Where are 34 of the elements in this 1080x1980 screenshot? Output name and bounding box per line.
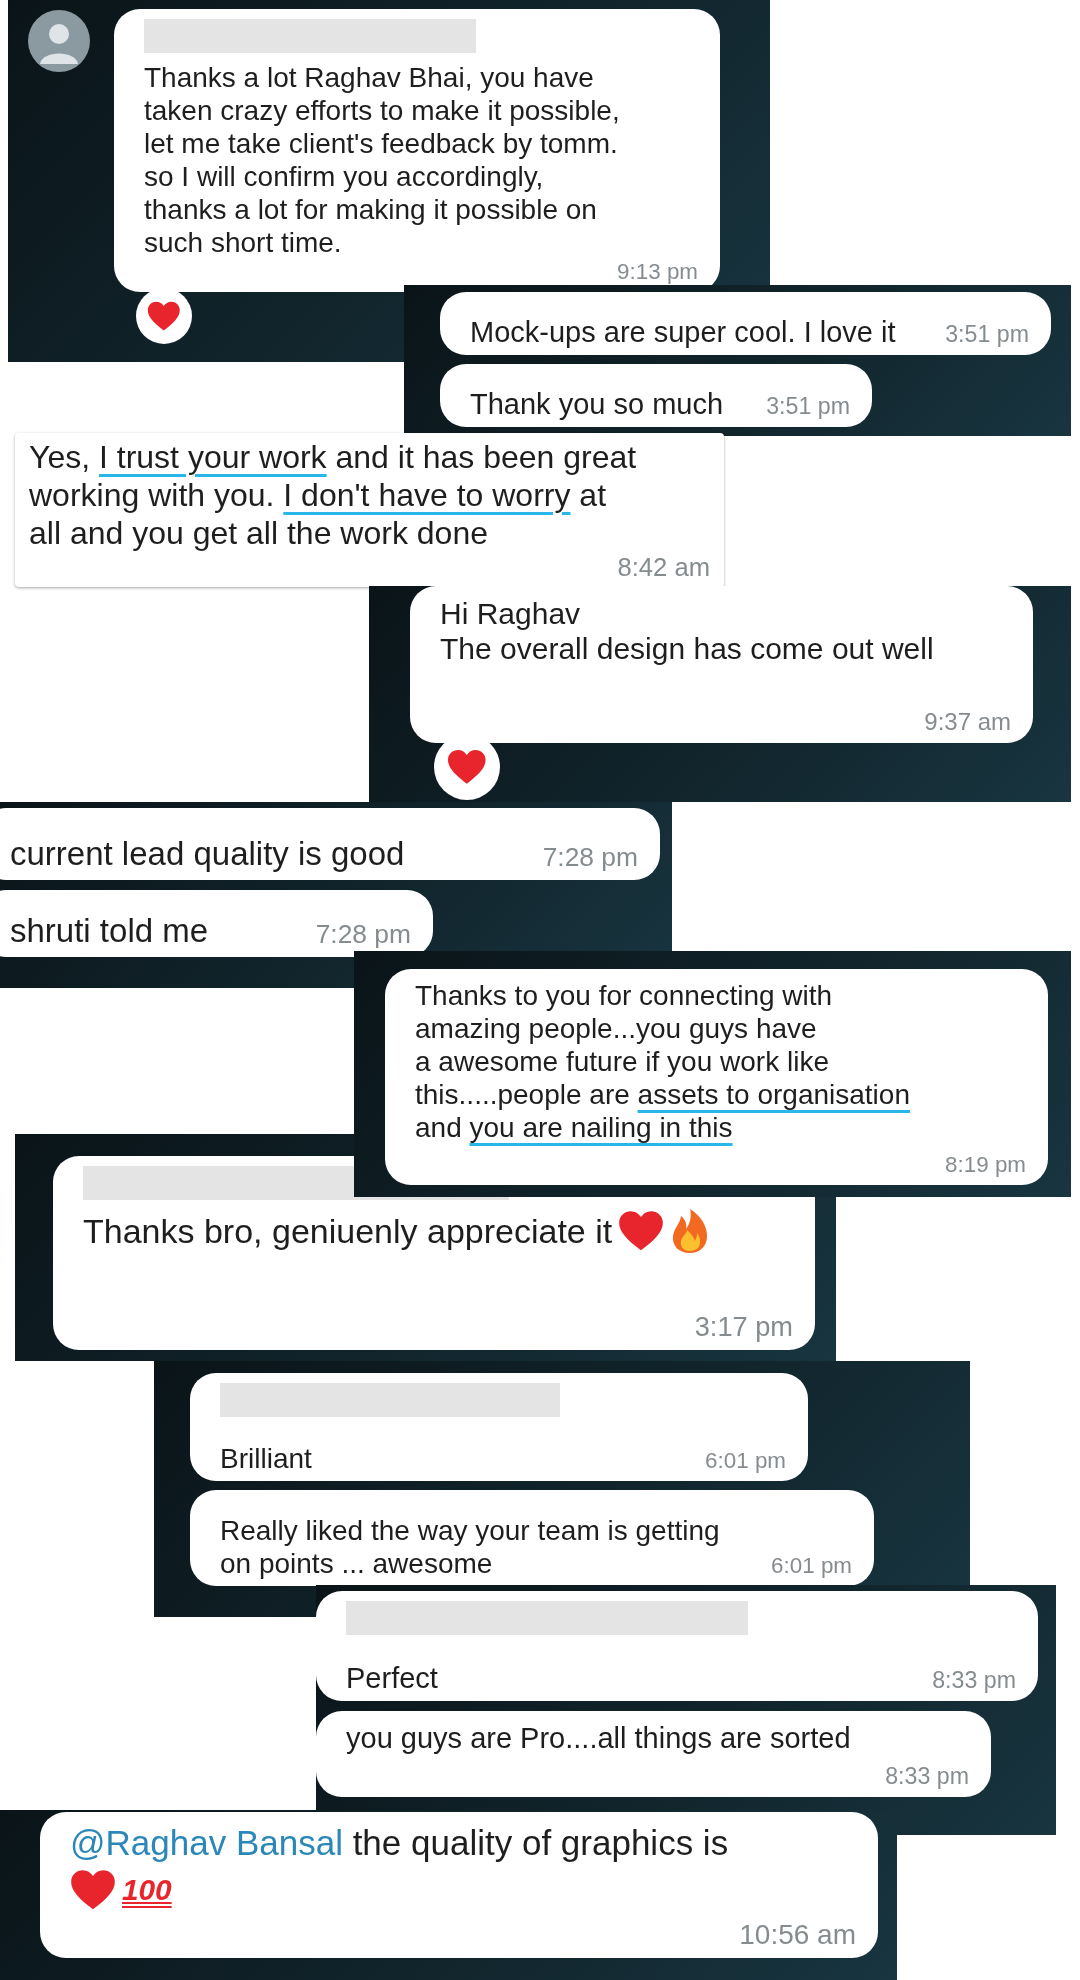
message-time: 6:01 pm: [771, 1553, 852, 1580]
message-text: shruti told me: [10, 912, 209, 951]
message-text: you guys are Pro....all things are sorted: [346, 1721, 851, 1756]
message-time: 3:51 pm: [945, 321, 1029, 349]
message-time: 8:33 pm: [932, 1667, 1016, 1695]
message-text: Thanks a lot Raghav Bhai, you have taken crazy efforts to make it possible, let me take client's feedback by tomm. so I will confirm you accordingly, thanks a lot for making it possible on such short time.: [144, 61, 620, 260]
message-time: 10:56 am: [739, 1918, 856, 1952]
message-time: 6:01 pm: [705, 1448, 786, 1475]
message-time: 7:28 pm: [542, 842, 638, 874]
message-text: @Raghav Bansal the quality of graphics is: [70, 1822, 729, 1864]
message-time: 7:28 pm: [315, 919, 411, 951]
message-time: 8:33 pm: [885, 1763, 969, 1791]
message-text: Really liked the way your team is getting on points ... awesome: [220, 1513, 720, 1580]
message-time: 8:42 am: [617, 552, 710, 583]
message-time: 3:51 pm: [766, 393, 850, 421]
message-text: Hi Raghav The overall design has come out well: [440, 596, 934, 667]
message-text: Perfect: [346, 1660, 438, 1695]
message-text: Yes, I trust your work and it has been great working with you. I don't have to worry at all and you get all the work done: [29, 439, 637, 553]
hundred-points-emoji: 100: [122, 1873, 172, 1907]
message-text: Thanks bro, geniuenly appreciate it: [83, 1210, 613, 1252]
message-time: 9:13 pm: [617, 259, 698, 287]
heart-icon: [618, 1210, 665, 1252]
heart-icon: [447, 749, 487, 785]
message-text: Brilliant: [220, 1441, 312, 1475]
message-text: Thank you so much: [470, 386, 724, 421]
heart-icon: [70, 1869, 116, 1911]
message-time: 8:19 pm: [945, 1152, 1026, 1179]
message-text: Thanks to you for connecting with amazing people...you guys have a awesome future if you work like this.....people are assets to organisation and you are nailing in this: [415, 979, 910, 1145]
mention-link[interactable]: @Raghav Bansal: [70, 1823, 343, 1862]
message-text: Mock-ups are super cool. I love it: [470, 314, 896, 349]
message-text: current lead quality is good: [10, 835, 405, 874]
message-time: 3:17 pm: [694, 1311, 793, 1344]
heart-icon: [147, 300, 181, 332]
message-time: 9:37 am: [924, 708, 1011, 737]
